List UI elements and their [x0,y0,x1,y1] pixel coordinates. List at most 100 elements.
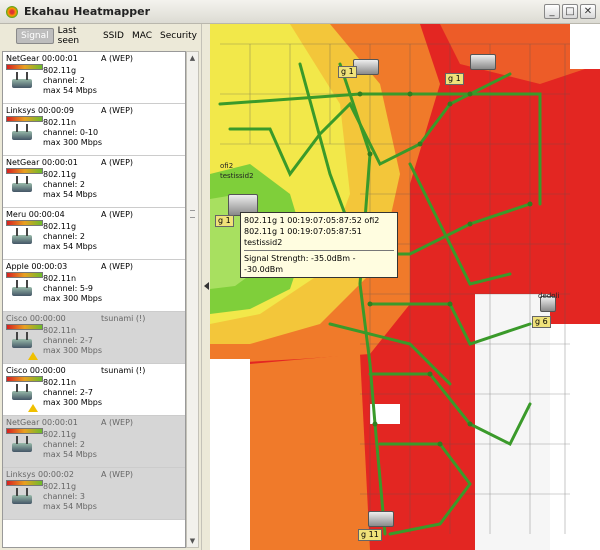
ap-security: A (WEP) [101,470,134,479]
ap-standard: 802.11n [43,326,77,335]
router-icon [11,384,33,402]
ap-channel-badge[interactable]: g 11 [358,529,382,541]
access-point-icon[interactable] [470,54,496,70]
ap-max-rate: max 54 Mbps [43,190,97,199]
ap-security: A (WEP) [101,106,134,115]
access-point-list: NetGear 00:00:01 A (WEP) 802.11g channel: 2… [2,51,186,548]
ap-security: A (WEP) [101,54,134,63]
ap-standard: 802.11g [43,482,77,491]
ap-channel: channel: 2-7 [43,388,93,397]
signal-strength-bar [6,272,43,278]
ap-max-rate: max 300 Mbps [43,398,103,407]
scroll-up-icon[interactable]: ▲ [187,52,198,64]
maximize-button[interactable]: □ [562,4,578,19]
signal-strength-bar [6,168,43,174]
ap-channel: channel: 2 [43,232,85,241]
ap-name: Apple 00:00:03 [6,262,68,271]
access-point-row[interactable]: Linksys 00:00:02 A (WEP) 802.11g channel: 3… [3,468,185,520]
ap-max-rate: max 54 Mbps [43,502,97,511]
router-icon [11,124,33,142]
access-point-row[interactable]: NetGear 00:00:01 A (WEP) 802.11g channel: 2… [3,52,185,104]
ap-standard: 802.11g [43,170,77,179]
ap-standard: 802.11g [43,66,77,75]
ap-tooltip: 802.11g 1 00:19:07:05:87:52 ofi2 802.11g… [240,212,398,278]
access-point-row[interactable]: NetGear 00:00:01 A (WEP) 802.11g channel: 2… [3,156,185,208]
sort-tabs: Signal Last seen SSID MAC Security [0,24,201,48]
access-point-row[interactable]: Cisco 00:00:00 tsunami (!) 802.11n channel:… [3,364,185,416]
list-scrollbar[interactable]: ▲ ▼ [186,51,199,548]
access-point-row[interactable]: Apple 00:00:03 A (WEP) 802.11n channel: 5-9… [3,260,185,312]
panel-splitter[interactable] [201,24,210,550]
ap-name: NetGear 00:00:01 [6,54,78,63]
signal-strength-bar [6,480,43,486]
access-point-panel: Signal Last seen SSID MAC Security NetGe… [0,24,201,550]
ap-channel: channel: 2 [43,180,85,189]
ap-max-rate: max 54 Mbps [43,242,97,251]
router-icon [11,436,33,454]
ap-name: Linksys 00:00:09 [6,106,74,115]
tab-last-seen[interactable]: Last seen [54,24,99,48]
collapse-arrow-icon[interactable] [204,282,209,290]
ap-channel: channel: 2 [43,76,85,85]
ap-max-rate: max 54 Mbps [43,450,97,459]
ap-name: Meru 00:00:04 [6,210,65,219]
tab-signal[interactable]: Signal [16,28,54,44]
ap-name-label: dedoli [538,292,560,300]
ap-channel-badge[interactable]: g 1 [338,66,357,78]
tooltip-signal: Signal Strength: -35.0dBm - -30.0dBm [244,254,356,274]
title-bar: Ekahau Heatmapper _ □ ✕ [0,0,600,24]
heatmap-view[interactable]: ofi2 testissid2 dedoli g 1 g 1 g 1 g 6 g… [210,24,600,550]
ap-channel-badge[interactable]: g 1 [215,215,234,227]
ap-name: Cisco 00:00:00 [6,366,66,375]
tab-mac[interactable]: MAC [128,29,156,43]
window-title: Ekahau Heatmapper [24,5,151,18]
ap-standard: 802.11n [43,274,77,283]
tooltip-line: 802.11g 1 00:19:07:05:87:52 ofi2 [244,216,380,225]
heatmap-app-icon [4,4,20,20]
ap-security: A (WEP) [101,210,134,219]
ap-name: Linksys 00:00:02 [6,470,74,479]
minimize-button[interactable]: _ [544,4,560,19]
ap-channel: channel: 0-10 [43,128,99,137]
heatmap-canvas [210,24,600,550]
scroll-thumb[interactable] [190,210,195,218]
signal-strength-bar [6,116,43,122]
scroll-down-icon[interactable]: ▼ [187,535,198,547]
ap-channel: channel: 3 [43,492,85,501]
warning-icon [28,404,38,412]
access-point-row[interactable]: Meru 00:00:04 A (WEP) 802.11g channel: 2 max… [3,208,185,260]
ap-channel-badge[interactable]: g 1 [445,73,464,85]
access-point-row[interactable]: NetGear 00:00:01 A (WEP) 802.11g channel: 2… [3,416,185,468]
ap-standard: 802.11g [43,222,77,231]
ap-name: NetGear 00:00:01 [6,418,78,427]
router-icon [11,280,33,298]
access-point-icon[interactable] [368,511,394,527]
tab-ssid[interactable]: SSID [99,29,128,43]
router-icon [11,228,33,246]
tab-security[interactable]: Security [156,29,201,43]
router-icon [11,488,33,506]
ap-channel: channel: 2-7 [43,336,93,345]
ap-channel: channel: 5-9 [43,284,93,293]
signal-strength-bar [6,324,43,330]
access-point-icon[interactable] [353,59,379,75]
ap-security: A (WEP) [101,418,134,427]
router-icon [11,72,33,90]
ap-name: Cisco 00:00:00 [6,314,66,323]
ap-max-rate: max 300 Mbps [43,138,103,147]
router-icon [11,332,33,350]
signal-strength-bar [6,220,43,226]
access-point-row[interactable]: Cisco 00:00:00 tsunami (!) 802.11n channel:… [3,312,185,364]
tooltip-line: 802.11g 1 00:19:07:05:87:51 testissid2 [244,227,362,247]
ap-channel-badge[interactable]: g 6 [532,316,551,328]
ap-max-rate: max 54 Mbps [43,86,97,95]
ap-max-rate: max 300 Mbps [43,294,103,303]
close-button[interactable]: ✕ [580,4,596,19]
ap-security: A (WEP) [101,158,134,167]
ap-name-label: ofi2 [220,162,234,170]
ap-standard: 802.11g [43,430,77,439]
ap-standard: 802.11n [43,378,77,387]
access-point-row[interactable]: Linksys 00:00:09 A (WEP) 802.11n channel: 0… [3,104,185,156]
ap-security: tsunami (!) [101,366,146,375]
ap-standard: 802.11n [43,118,77,127]
